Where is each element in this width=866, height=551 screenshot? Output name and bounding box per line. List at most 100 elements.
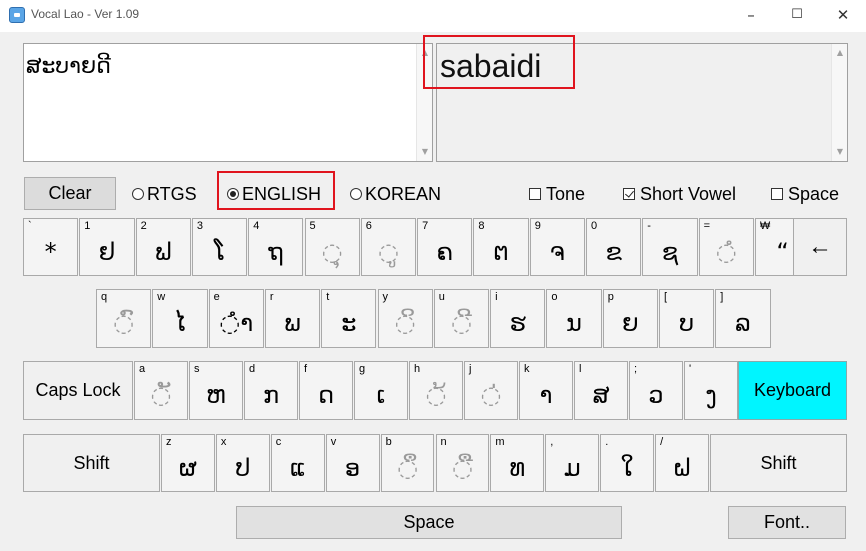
app-icon	[9, 7, 25, 23]
left-shift-key[interactable]: Shift	[23, 434, 160, 492]
key-row2-3[interactable]: rພ	[264, 289, 321, 348]
key-row3-3[interactable]: fດ	[299, 361, 353, 420]
key-row1-8[interactable]: 8ຕ	[473, 218, 529, 276]
font-button[interactable]: Font..	[728, 506, 846, 539]
key-row1-5[interactable]: 5 ◌ຸ	[304, 218, 360, 276]
minimize-button[interactable]: –	[728, 0, 774, 32]
key-lao-char: ຈ	[549, 238, 565, 266]
key-row1-6[interactable]: 6 ◌ູ	[360, 218, 417, 276]
key-row1-7[interactable]: 7ຄ	[417, 218, 473, 276]
clear-button[interactable]: Clear	[24, 177, 116, 210]
key-row3-1[interactable]: sຫ	[189, 361, 243, 420]
keyboard-toggle-button[interactable]: Keyboard	[738, 361, 847, 420]
key-row2-10[interactable]: [ບ	[659, 289, 715, 348]
key-row1-11[interactable]: -ຊ	[642, 218, 698, 276]
key-shift-label: 2	[140, 220, 147, 232]
key-row1-9[interactable]: 9ຈ	[529, 218, 585, 276]
key-lao-char: ບ	[679, 309, 695, 337]
key-row1-10[interactable]: 0ຂ	[586, 218, 642, 276]
key-row3-7[interactable]: kາ	[519, 361, 573, 420]
checkbox-tone[interactable]: Tone	[529, 183, 585, 205]
key-row4-9[interactable]: / ຝ	[655, 434, 709, 492]
radio-korean[interactable]: KOREAN	[350, 183, 441, 205]
space-button[interactable]: Space	[236, 506, 622, 539]
key-row3-2[interactable]: dກ	[244, 361, 298, 420]
key-row2-2[interactable]: e ◌ຳ	[208, 289, 264, 348]
lao-output-textbox[interactable]: ສະບາຍດີ ▲ ▼	[23, 43, 433, 162]
key-row3-0[interactable]: a ◌ັ	[134, 361, 188, 420]
key-row3-9[interactable]: ; ວ	[629, 361, 683, 420]
key-shift-label: ]	[720, 291, 724, 303]
key-row4-2[interactable]: cແ	[270, 434, 325, 492]
latin-input-scrollbar[interactable]: ▲ ▼	[831, 44, 847, 161]
key-row3-5[interactable]: h ◌້	[409, 361, 463, 420]
backspace-key[interactable]: ←	[793, 218, 847, 276]
key-row2-5[interactable]: y ◌ິ	[377, 289, 433, 348]
radio-rtgs[interactable]: RTGS	[132, 183, 197, 205]
key-row2-6[interactable]: u ◌ີ	[433, 289, 490, 348]
key-row4-7[interactable]: ,ມ	[545, 434, 600, 492]
key-lao-char: ◌້	[425, 381, 447, 409]
key-lao-char: ຮ	[509, 309, 526, 337]
key-row3-10[interactable]: ' ງ	[684, 361, 738, 420]
key-lao-char: ພ	[284, 309, 301, 337]
key-row3-6[interactable]: j ◌່	[464, 361, 518, 420]
key-shift-label: h	[414, 363, 421, 375]
key-row4-6[interactable]: mທ	[490, 434, 545, 492]
key-lao-char: ຍ	[622, 309, 639, 337]
key-row2-1[interactable]: wໄ	[152, 289, 208, 348]
key-row2-9[interactable]: pຍ	[602, 289, 658, 348]
lao-output-scrollbar[interactable]: ▲ ▼	[416, 44, 432, 161]
key-lao-char: ຂ	[605, 238, 622, 266]
key-row4-1[interactable]: xປ	[215, 434, 270, 492]
checkbox-icon[interactable]	[771, 188, 783, 200]
scroll-up-icon[interactable]: ▲	[832, 46, 848, 60]
key-row4-5[interactable]: n ◌ື	[435, 434, 490, 492]
key-row3-4[interactable]: gເ	[354, 361, 408, 420]
key-row1-2[interactable]: 2ຟ	[135, 218, 191, 276]
checkbox-icon[interactable]	[529, 188, 541, 200]
scroll-up-icon[interactable]: ▲	[417, 46, 433, 60]
close-button[interactable]: ✕	[820, 0, 866, 32]
key-row1-12[interactable]: = ◌ໍ	[698, 218, 754, 276]
key-lao-char: ◌່	[480, 381, 502, 409]
key-row2-4[interactable]: tະ	[321, 289, 377, 348]
key-row4-0[interactable]: zຜ	[161, 434, 215, 492]
key-row1-4[interactable]: 4ຖ	[248, 218, 304, 276]
key-label: Shift	[760, 452, 797, 473]
key-shift-label: =	[703, 220, 711, 232]
key-row4-8[interactable]: .ໃ	[600, 434, 655, 492]
key-lao-char: ຢ	[98, 238, 116, 266]
key-shift-label: k	[524, 363, 530, 375]
key-row2-8[interactable]: oນ	[546, 289, 602, 348]
key-lao-char: ຄ	[436, 238, 453, 266]
radio-icon[interactable]	[350, 188, 362, 200]
key-shift-label: s	[194, 363, 200, 375]
radio-selected-icon[interactable]	[227, 188, 239, 200]
key-row2-7[interactable]: iຮ	[490, 289, 546, 348]
maximize-button[interactable]: ☐	[774, 0, 820, 32]
key-lao-char: ◌ໍ	[715, 238, 737, 266]
right-shift-key[interactable]: Shift	[710, 434, 847, 492]
key-row2-0[interactable]: q ◌ົ	[96, 289, 152, 348]
key-lao-char: ນ	[566, 309, 582, 337]
scroll-down-icon[interactable]: ▼	[832, 145, 848, 159]
radio-english[interactable]: ENGLISH	[227, 183, 321, 205]
key-row2-11[interactable]: ] ລ	[715, 289, 771, 348]
key-shift-label: 8	[478, 220, 485, 232]
key-row1-1[interactable]: 1ຢ	[79, 218, 135, 276]
scroll-down-icon[interactable]: ▼	[417, 145, 433, 159]
key-row1-0[interactable]: ` *	[23, 218, 79, 276]
radio-icon[interactable]	[132, 188, 144, 200]
key-shift-label: 4	[253, 220, 260, 232]
latin-input-textbox[interactable]: sabaidi ▲ ▼	[436, 43, 848, 162]
key-lao-char: ໄ	[174, 309, 186, 337]
key-row3-8[interactable]: lສ	[574, 361, 628, 420]
key-row1-3[interactable]: 3ໂ	[191, 218, 248, 276]
key-row4-4[interactable]: b ◌ຶ	[380, 434, 435, 492]
caps-lock-key[interactable]: Caps Lock	[23, 361, 133, 420]
checkbox-short-vowel[interactable]: Short Vowel	[623, 183, 736, 205]
checkbox-checked-icon[interactable]	[623, 188, 635, 200]
checkbox-space[interactable]: Space	[771, 183, 839, 205]
key-row4-3[interactable]: vອ	[325, 434, 380, 492]
